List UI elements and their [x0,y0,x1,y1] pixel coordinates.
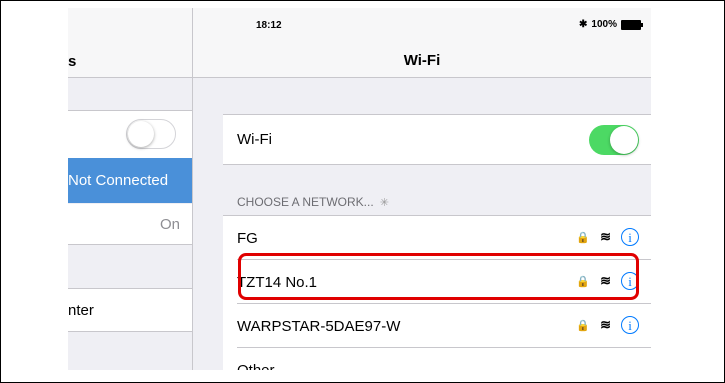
network-icons: 🔒 ≋ i [576,316,639,334]
status-time: 18:12 [256,20,282,31]
lock-icon: 🔒 [576,319,591,332]
wifi-status-value: Not Connected [68,172,169,189]
wifi-toggle-row[interactable]: Wi-Fi [223,114,651,165]
bluetooth-status-value: On [159,216,180,233]
page-title: Wi-Fi [403,52,441,69]
highlight-annotation [238,253,639,300]
wifi-signal-icon: ≋ [600,229,611,244]
sidebar-item-label: nter [68,302,94,319]
network-row-other[interactable]: Other... [223,348,651,370]
bluetooth-icon: ✱ [579,19,588,30]
sidebar-item-wifi[interactable]: Not Connected [68,158,192,203]
wifi-label: Wi-Fi [237,131,272,148]
toggle-knob [128,121,154,147]
section-header: CHOOSE A NETWORK... ✳ [237,195,389,209]
network-name: FG [237,230,258,247]
toggle-knob [610,126,638,154]
ipad-settings-screen: s Not Connected On nter 18:12 ✱ 100% Wi-… [68,8,651,370]
lock-icon: 🔒 [576,231,591,244]
airplane-mode-toggle[interactable] [126,119,176,149]
detail-nav-bar: 18:12 ✱ 100% Wi-Fi [193,8,651,78]
choose-network-label: CHOOSE A NETWORK... [237,195,374,209]
battery-percent: 100% [591,19,617,30]
wifi-signal-icon: ≋ [600,317,611,332]
sidebar-nav-bar: s [68,8,192,78]
sidebar-item-notification-center[interactable]: nter [68,288,192,332]
wifi-detail-pane: 18:12 ✱ 100% Wi-Fi Wi-Fi CHOOSE A NETWOR… [193,8,651,370]
network-name: Other... [237,362,286,370]
sidebar-item-bluetooth[interactable]: On [68,204,192,245]
wifi-toggle[interactable] [589,125,639,155]
status-right-group: ✱ 100% [579,19,643,30]
network-row[interactable]: WARPSTAR-5DAE97-W 🔒 ≋ i [223,304,651,348]
network-icons: 🔒 ≋ i [576,228,639,246]
loading-spinner-icon: ✳ [379,196,389,209]
sidebar-title: s [68,53,77,70]
network-name: WARPSTAR-5DAE97-W [237,318,401,335]
airplane-mode-row[interactable] [68,110,192,159]
info-icon[interactable]: i [621,228,639,246]
info-icon[interactable]: i [621,316,639,334]
settings-sidebar: s Not Connected On nter [68,8,193,370]
battery-icon [621,19,643,30]
